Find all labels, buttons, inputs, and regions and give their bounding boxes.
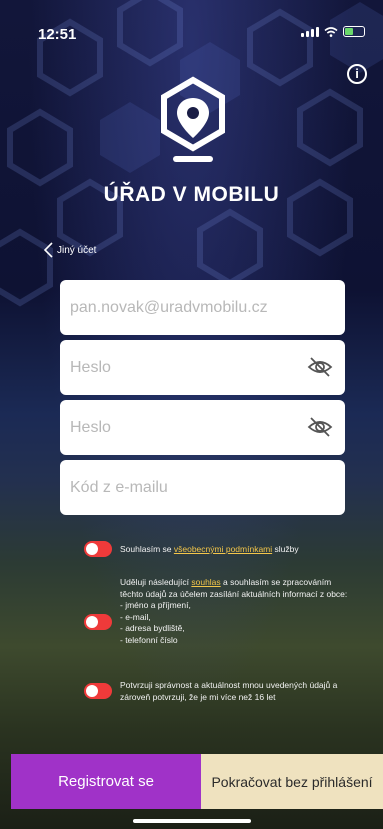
password-placeholder: Heslo	[70, 358, 111, 376]
battery-icon	[343, 26, 365, 37]
toggle-switch[interactable]	[84, 541, 112, 557]
home-indicator[interactable]	[133, 819, 251, 823]
consent-data-item: - jméno a příjmení,	[120, 600, 191, 610]
info-icon: i	[355, 66, 359, 81]
consent-data-pre: Uděluji následující	[120, 577, 192, 587]
info-button[interactable]: i	[347, 64, 367, 84]
brand-name: ÚŘAD V MOBILU	[103, 183, 280, 206]
eye-off-icon[interactable]	[307, 416, 333, 438]
chevron-left-icon	[44, 242, 53, 258]
consent-data-item: - telefonní číslo	[120, 634, 178, 645]
eye-off-icon[interactable]	[307, 356, 333, 378]
password-confirm-placeholder: Heslo	[70, 418, 111, 436]
consent-terms-toggle[interactable]	[84, 541, 112, 557]
password-confirm-field[interactable]: Heslo	[60, 400, 345, 455]
consent-data-text: Uděluji následující souhlas a souhlasím …	[120, 577, 350, 646]
consent-terms-post: služby	[272, 544, 299, 554]
continue-without-login-button[interactable]: Pokračovat bez přihlášení	[201, 754, 383, 809]
back-button[interactable]: Jiný účet	[44, 242, 96, 258]
register-button[interactable]: Registrovat se	[11, 754, 201, 809]
signal-icon	[301, 26, 319, 37]
consent-age-toggle[interactable]	[84, 683, 112, 699]
email-value: pan.novak@uradvmobilu.cz	[70, 298, 268, 316]
logo-icon	[161, 76, 225, 162]
status-bar: 12:51	[0, 0, 383, 44]
consent-age-text: Potvrzuji správnost a aktuálnost mnou uv…	[120, 680, 338, 702]
toggle-switch[interactable]	[84, 683, 112, 699]
status-time: 12:51	[38, 26, 77, 43]
consent-data-toggle[interactable]	[84, 614, 112, 630]
toggle-switch[interactable]	[84, 614, 112, 630]
email-code-placeholder: Kód z e-mailu	[70, 478, 168, 496]
status-icons	[301, 26, 365, 37]
password-field[interactable]: Heslo	[60, 340, 345, 395]
consent-data-item: - e-mail,	[120, 611, 151, 622]
back-label: Jiný účet	[57, 244, 97, 256]
email-code-field[interactable]: Kód z e-mailu	[60, 460, 345, 515]
consent-terms-text: Souhlasím se všeobecnými podmínkami služ…	[120, 544, 350, 556]
terms-link[interactable]: všeobecnými podmínkami	[174, 544, 272, 554]
consent-link[interactable]: souhlas	[191, 577, 220, 587]
consent-terms-pre: Souhlasím se	[120, 544, 174, 554]
wifi-icon	[324, 26, 338, 37]
email-field[interactable]: pan.novak@uradvmobilu.cz	[60, 280, 345, 335]
consent-data-item: - adresa bydliště,	[120, 623, 185, 633]
